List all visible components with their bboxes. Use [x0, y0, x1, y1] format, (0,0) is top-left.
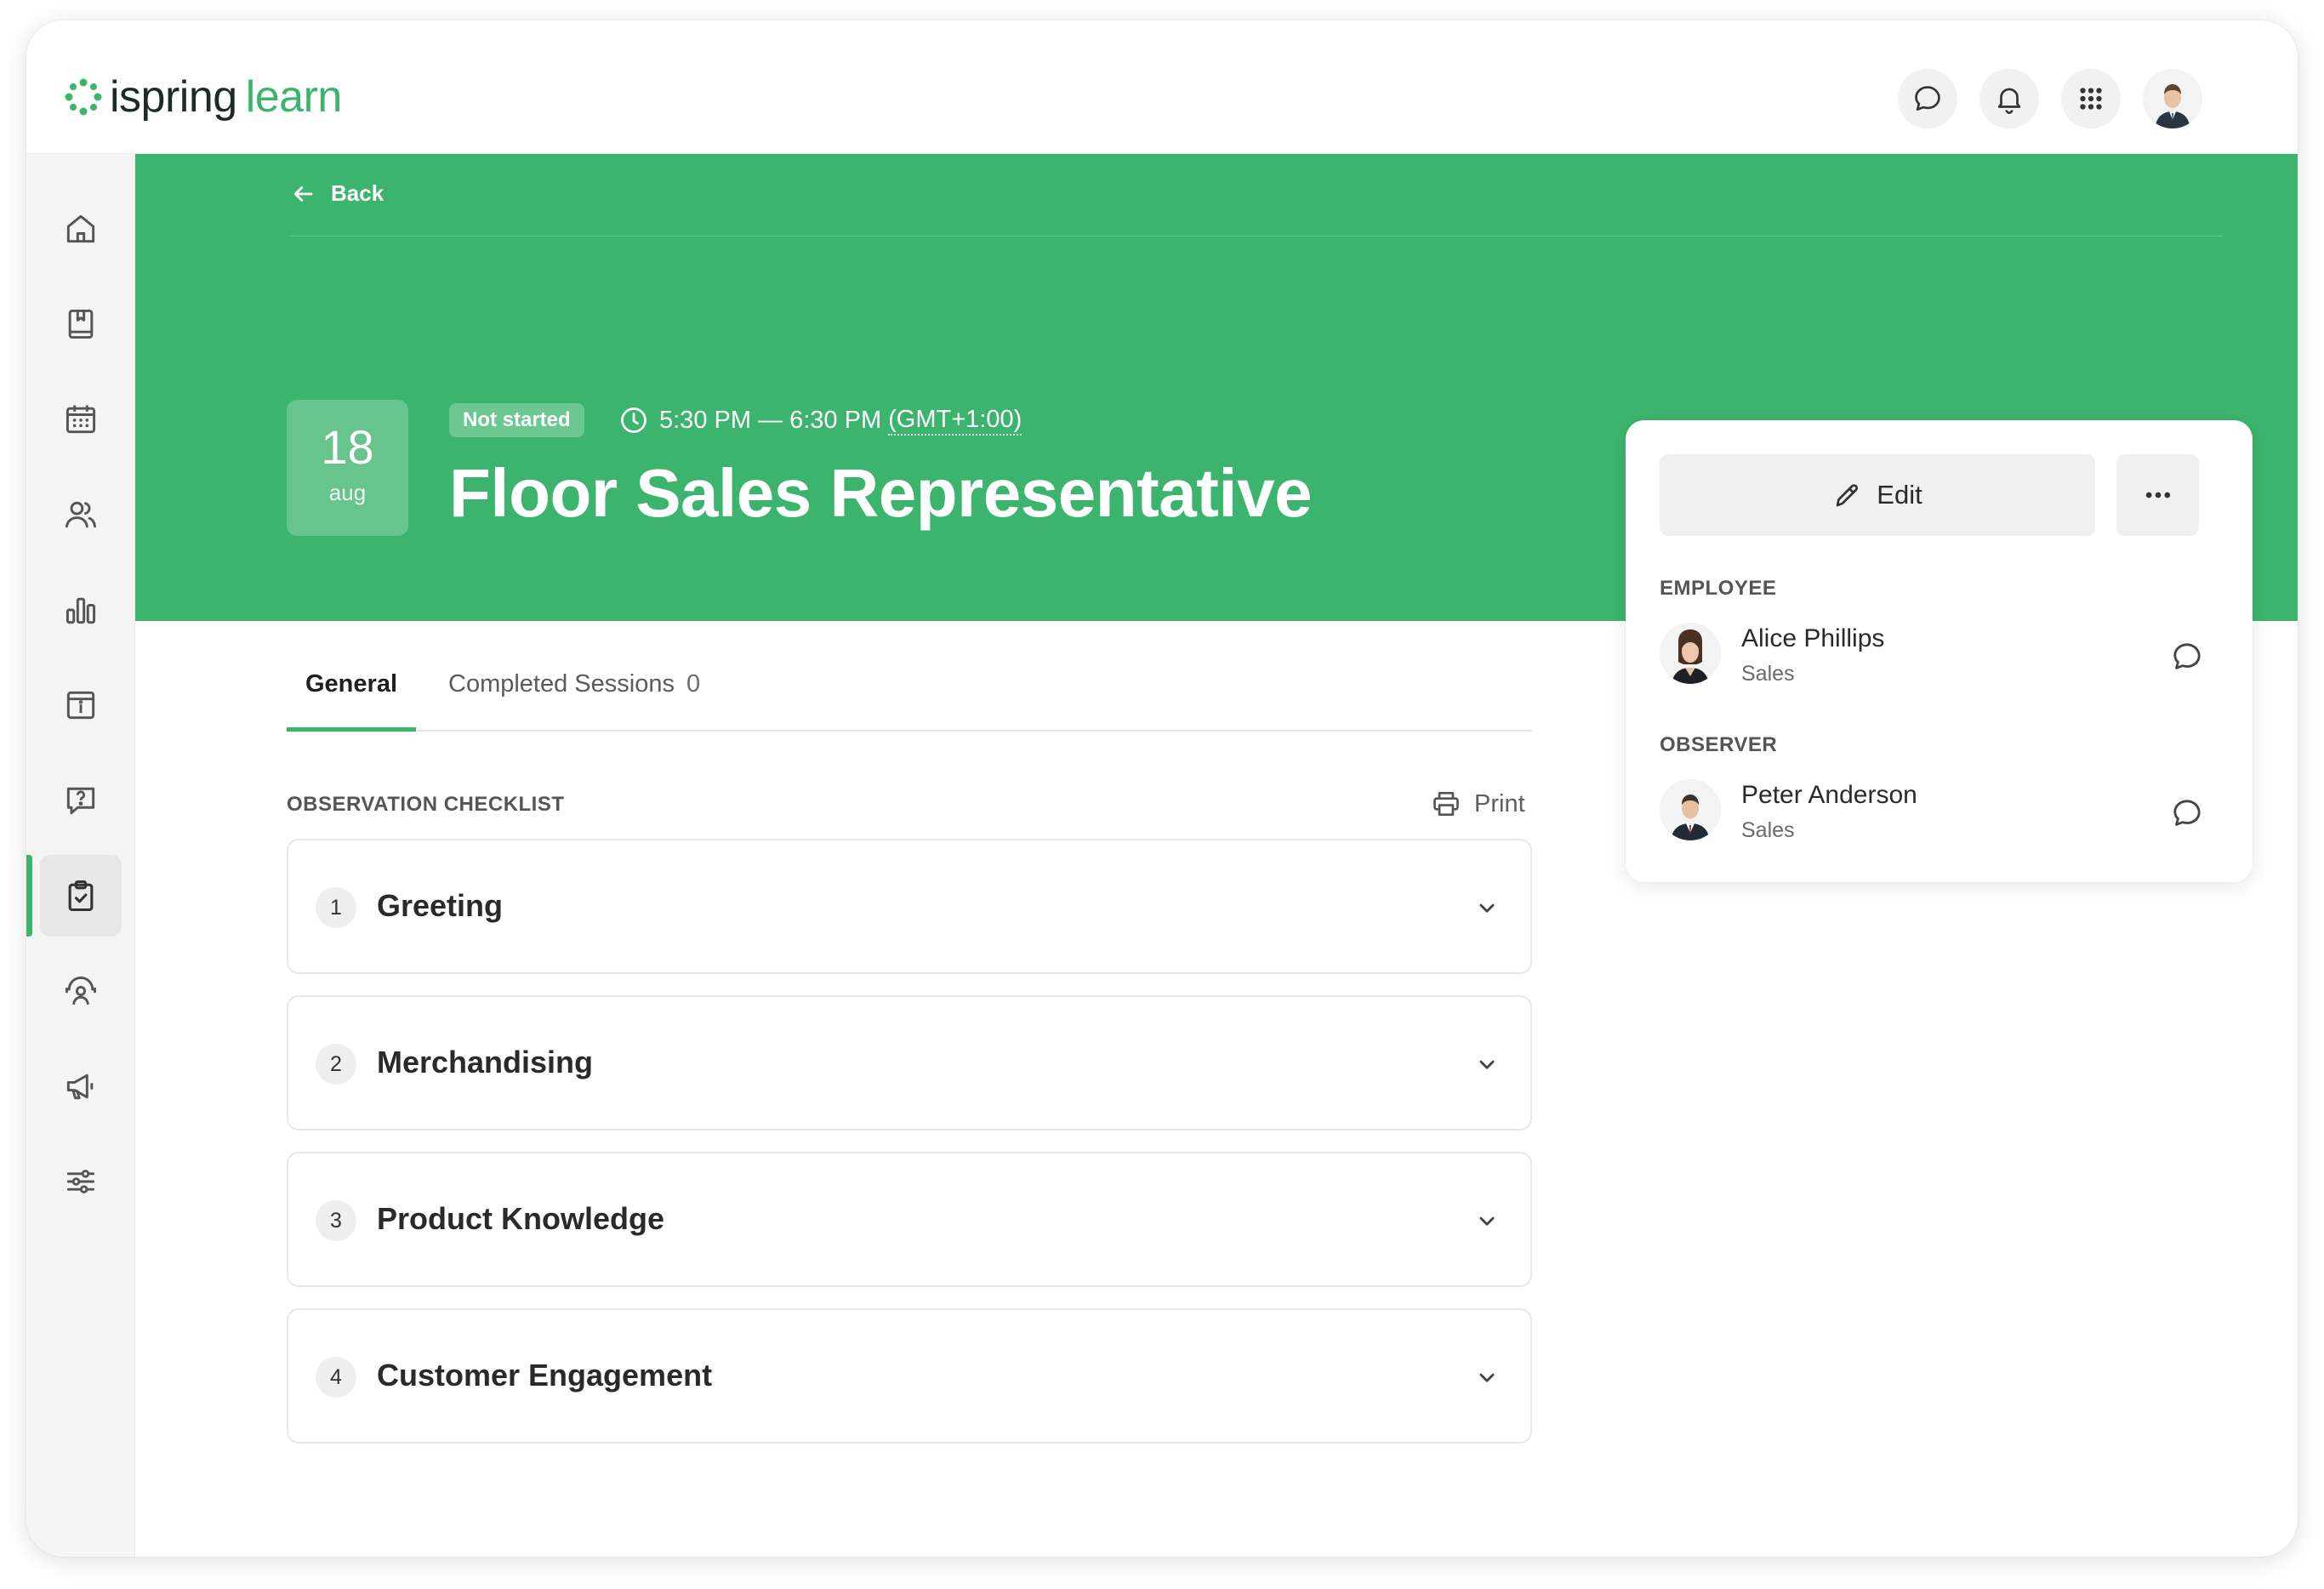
tabs: General Completed Sessions 0	[287, 650, 1532, 732]
chevron-down-icon[interactable]	[1472, 893, 1501, 922]
checklist-item-title: Merchandising	[377, 1045, 594, 1079]
print-button[interactable]: Print	[1430, 788, 1525, 820]
back-label: Back	[331, 180, 384, 206]
chat-button[interactable]	[1898, 69, 1957, 128]
tab-general[interactable]: General	[287, 670, 416, 732]
logo-text-primary: ispring	[110, 72, 237, 122]
bar-chart-icon	[66, 597, 96, 624]
sidebar-item-users[interactable]	[40, 474, 122, 555]
users-icon	[66, 501, 96, 528]
observer-avatar-icon	[1660, 779, 1721, 840]
print-label: Print	[1474, 789, 1525, 817]
sidebar-item-calendar[interactable]	[40, 379, 122, 460]
user-avatar-icon	[2143, 69, 2202, 128]
question-icon	[66, 787, 95, 815]
employee-row: Alice Phillips Sales	[1660, 623, 2204, 691]
checklist-item-number: 1	[316, 887, 356, 928]
sidebar-item-reports[interactable]	[40, 569, 122, 651]
checklist-item-number: 3	[316, 1200, 356, 1241]
edit-button[interactable]: Edit	[1660, 454, 2095, 536]
checklist-item-customer-engagement[interactable]: 4 Customer Engagement	[287, 1308, 1532, 1444]
tab-completed-count: 0	[686, 670, 701, 698]
employee-role-label: EMPLOYEE	[1660, 577, 1777, 600]
tab-completed-sessions[interactable]: Completed Sessions 0	[448, 670, 700, 732]
mentor-icon	[66, 976, 96, 1005]
session-details-card: Edit EMPLOYEE Alice Phillips Sales OBSER…	[1626, 420, 2253, 882]
back-link[interactable]: Back	[290, 180, 384, 207]
sidebar-item-settings[interactable]	[40, 1141, 122, 1222]
sidebar-item-home[interactable]	[40, 188, 122, 270]
checklist-item-number: 4	[316, 1357, 356, 1398]
user-avatar[interactable]	[2143, 69, 2202, 128]
employee-avatar	[1660, 623, 1721, 684]
chat-icon[interactable]	[2170, 796, 2204, 830]
sidebar-item-questions[interactable]	[40, 760, 122, 841]
observer-name[interactable]: Peter Anderson	[1741, 781, 1917, 810]
notifications-button[interactable]	[1979, 69, 2039, 128]
tab-completed-label: Completed Sessions	[448, 670, 675, 698]
session-time: 5:30 PM — 6:30 PM (GMT+1:00)	[618, 403, 1022, 437]
observer-avatar	[1660, 779, 1721, 840]
printer-icon	[1433, 791, 1459, 817]
sidebar-item-announcements[interactable]	[40, 1045, 122, 1127]
checklist-item-number: 2	[316, 1044, 356, 1085]
checklist-item-greeting[interactable]: 1 Greeting	[287, 839, 1532, 974]
chat-icon	[1915, 86, 1940, 111]
employee-avatar-icon	[1660, 623, 1721, 684]
employee-name[interactable]: Alice Phillips	[1741, 624, 1884, 653]
arrow-left-icon	[293, 185, 313, 202]
sidebar-item-observation[interactable]	[40, 855, 122, 937]
chevron-down-icon[interactable]	[1472, 1050, 1501, 1079]
sidebar-item-library[interactable]	[40, 283, 122, 365]
checklist-heading: OBSERVATION CHECKLIST	[287, 793, 565, 816]
page-title: Floor Sales Representative	[449, 455, 1313, 531]
sidebar-active-marker	[26, 855, 32, 937]
calendar-icon	[66, 405, 96, 434]
clock-icon	[621, 407, 647, 433]
observer-department: Sales	[1741, 818, 1795, 842]
sidebar	[26, 154, 135, 1557]
chevron-down-icon[interactable]	[1472, 1363, 1501, 1392]
more-horizontal-icon	[2145, 492, 2170, 498]
ispring-logo-icon	[65, 78, 102, 116]
app-window: ispring learn Back 18 aug Not started 5:…	[26, 20, 2298, 1557]
clipboard-check-icon	[68, 880, 94, 912]
book-icon	[68, 309, 94, 339]
logo-text-secondary: learn	[245, 72, 343, 122]
chevron-down-icon[interactable]	[1472, 1206, 1501, 1235]
observer-row: Peter Anderson Sales	[1660, 779, 2204, 847]
sidebar-item-mentoring[interactable]	[40, 950, 122, 1032]
session-month: aug	[328, 480, 367, 505]
sidebar-item-info[interactable]	[40, 664, 122, 746]
time-range: 5:30 PM — 6:30 PM	[659, 406, 882, 434]
ispring-logo[interactable]: ispring learn	[64, 71, 342, 122]
edit-label: Edit	[1877, 480, 1922, 510]
info-icon	[66, 691, 95, 720]
observer-role-label: OBSERVER	[1660, 733, 1778, 756]
megaphone-icon	[66, 1074, 94, 1100]
session-date: 18 aug	[287, 400, 408, 536]
home-icon	[66, 214, 95, 243]
bell-icon	[1997, 88, 2021, 114]
apps-grid-icon	[2080, 88, 2102, 110]
checklist-item-title: Product Knowledge	[377, 1201, 665, 1236]
checklist-item-merchandising[interactable]: 2 Merchandising	[287, 995, 1532, 1131]
top-actions	[1898, 69, 2202, 128]
status-badge: Not started	[449, 403, 584, 437]
checklist-item-title: Greeting	[377, 888, 504, 923]
checklist-item-title: Customer Engagement	[377, 1358, 713, 1393]
timezone[interactable]: (GMT+1:00)	[888, 405, 1022, 436]
apps-button[interactable]	[2061, 69, 2121, 128]
tab-general-label: General	[305, 670, 397, 698]
session-day: 18	[321, 420, 374, 474]
chat-icon[interactable]	[2170, 640, 2204, 674]
sliders-icon	[66, 1170, 95, 1193]
pencil-icon	[1836, 484, 1859, 507]
more-options-button[interactable]	[2116, 454, 2199, 536]
top-bar: ispring learn	[26, 20, 2298, 154]
checklist-item-product-knowledge[interactable]: 3 Product Knowledge	[287, 1152, 1532, 1287]
employee-department: Sales	[1741, 662, 1795, 686]
